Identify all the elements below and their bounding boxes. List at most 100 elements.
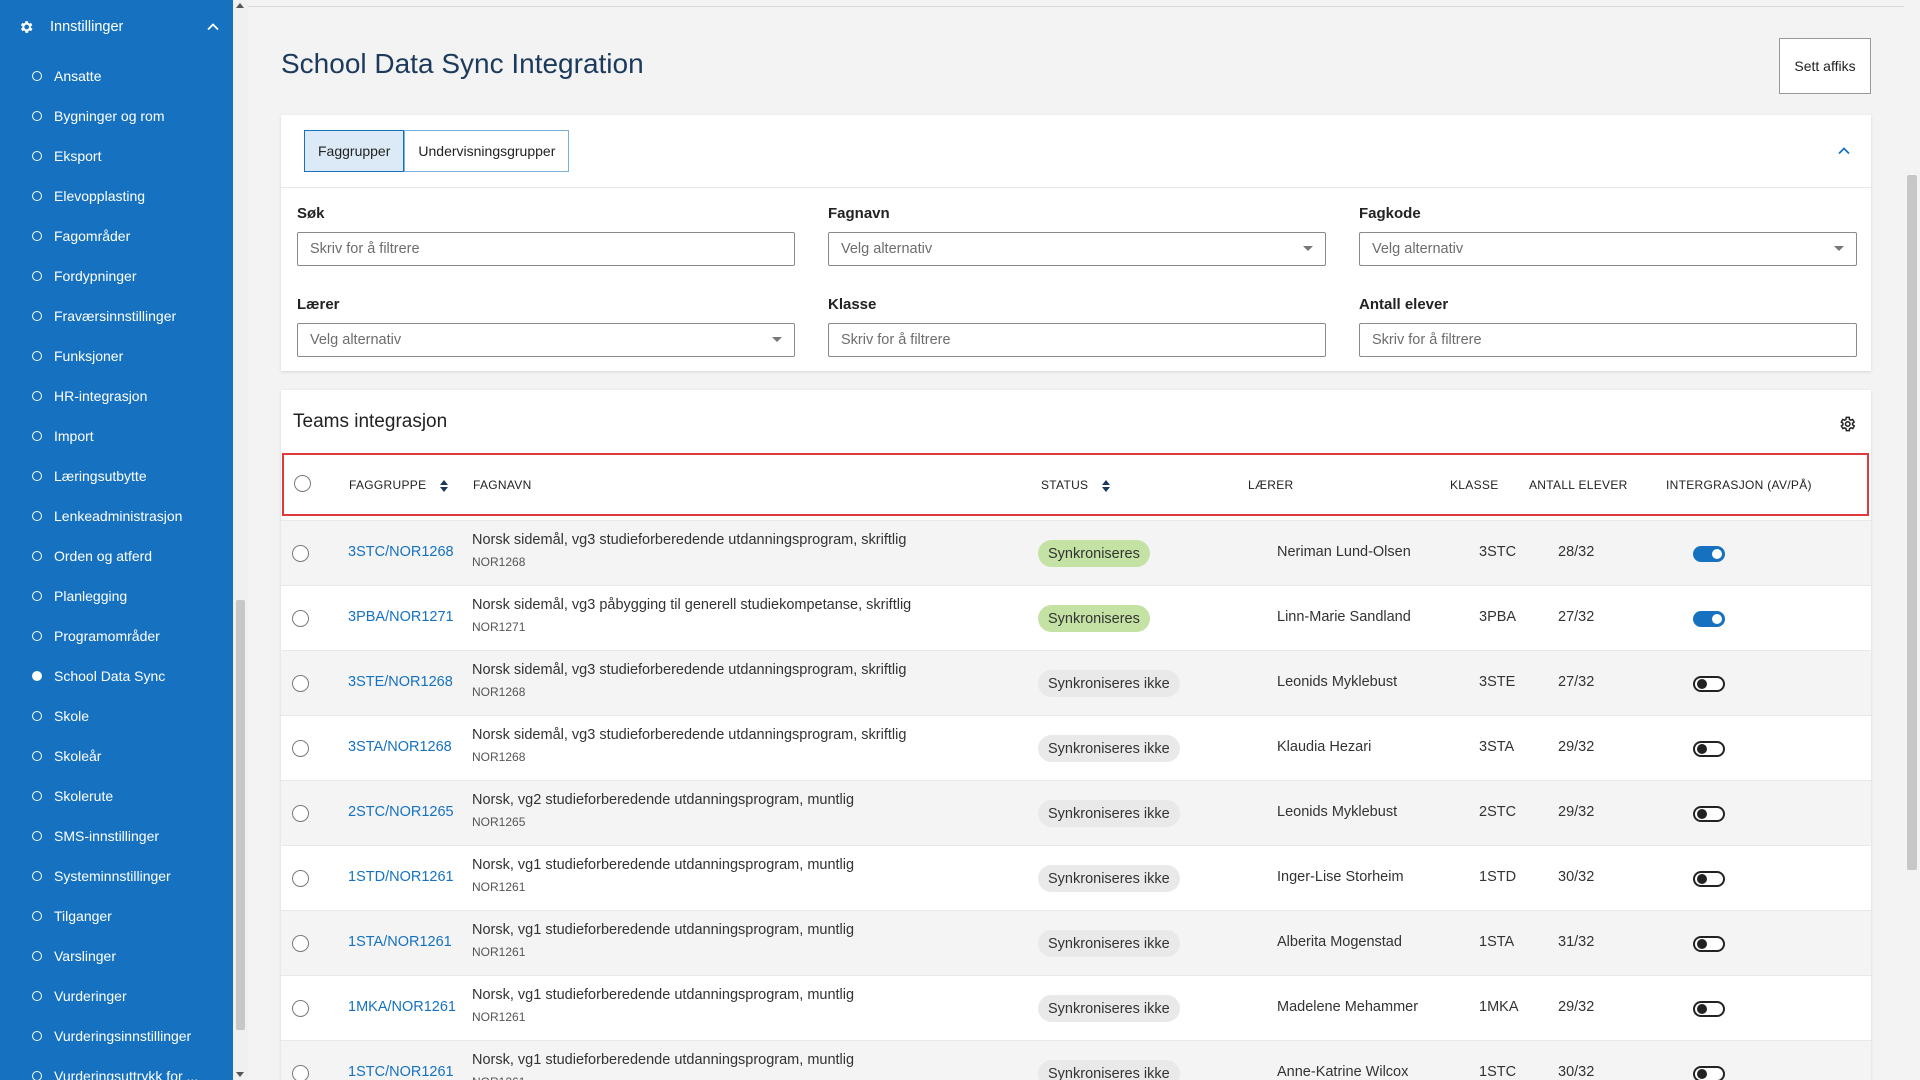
search-input[interactable]: Skriv for å filtrere — [297, 232, 795, 266]
sidebar-item[interactable]: Import — [0, 416, 233, 456]
chevron-up-icon[interactable] — [1836, 143, 1852, 159]
faggruppe-link[interactable]: 1STA/NOR1261 — [348, 934, 452, 950]
sidebar-item[interactable]: SMS-innstillinger — [0, 816, 233, 856]
circle-icon — [32, 431, 42, 441]
integration-toggle[interactable] — [1693, 1001, 1725, 1017]
scroll-up-icon[interactable] — [236, 3, 244, 8]
sidebar-item[interactable]: Vurderingsinnstillinger — [0, 1016, 233, 1056]
gear-icon[interactable] — [1838, 415, 1856, 433]
faggruppe-link[interactable]: 3STC/NOR1268 — [348, 544, 454, 560]
page-scrollbar[interactable] — [1904, 0, 1920, 1080]
integration-toggle[interactable] — [1693, 936, 1725, 952]
integration-toggle[interactable] — [1693, 1066, 1725, 1080]
sidebar-item[interactable]: Systeminnstillinger — [0, 856, 233, 896]
sidebar-item[interactable]: Fordypninger — [0, 256, 233, 296]
sidebar-item-label: Import — [54, 428, 94, 444]
fagkode-text: NOR1271 — [472, 620, 526, 634]
row-checkbox[interactable] — [292, 1000, 309, 1017]
sidebar-item[interactable]: Tilganger — [0, 896, 233, 936]
sort-icon[interactable] — [440, 479, 449, 492]
row-checkbox[interactable] — [292, 1065, 309, 1080]
scrollbar-thumb[interactable] — [236, 600, 245, 1030]
sidebar-item[interactable]: School Data Sync — [0, 656, 233, 696]
klasse-input[interactable]: Skriv for å filtrere — [828, 323, 1326, 357]
toggle-knob — [1697, 679, 1707, 689]
sidebar-scrollbar[interactable] — [233, 0, 248, 1080]
pin-button[interactable]: Sett affiks — [1779, 38, 1871, 94]
circle-icon — [32, 631, 42, 641]
faggruppe-link[interactable]: 1MKA/NOR1261 — [348, 999, 456, 1015]
laerer-select-value: Velg alternativ — [310, 332, 402, 348]
sidebar-header[interactable]: Innstillinger — [0, 0, 233, 54]
integration-toggle[interactable] — [1693, 806, 1725, 822]
row-checkbox[interactable] — [292, 610, 309, 627]
integration-toggle[interactable] — [1693, 871, 1725, 887]
antall-elever-text: 31/32 — [1558, 934, 1595, 950]
sidebar-item[interactable]: Fraværsinnstillinger — [0, 296, 233, 336]
fagkode-text: NOR1261 — [472, 945, 526, 959]
scrollbar-thumb[interactable] — [1907, 175, 1917, 870]
sidebar-item[interactable]: Varslinger — [0, 936, 233, 976]
sidebar-item[interactable]: Orden og atferd — [0, 536, 233, 576]
row-checkbox[interactable] — [292, 870, 309, 887]
chevron-up-icon[interactable] — [206, 20, 220, 34]
sort-icon[interactable] — [1102, 479, 1111, 492]
faggruppe-link[interactable]: 1STC/NOR1261 — [348, 1064, 454, 1080]
integration-toggle[interactable] — [1693, 611, 1725, 627]
faggruppe-link[interactable]: 2STC/NOR1265 — [348, 804, 454, 820]
sidebar-item[interactable]: Bygninger og rom — [0, 96, 233, 136]
sidebar-item[interactable]: Skoleår — [0, 736, 233, 776]
table-row: 3STE/NOR1268 Norsk sidemål, vg3 studiefor… — [281, 650, 1871, 715]
column-status[interactable]: STATUS — [1041, 478, 1111, 492]
sidebar-item[interactable]: Vurderinger — [0, 976, 233, 1016]
sidebar-item[interactable]: Fagområder — [0, 216, 233, 256]
antall-elever-input[interactable]: Skriv for å filtrere — [1359, 323, 1857, 357]
sidebar-item[interactable]: Planlegging — [0, 576, 233, 616]
sidebar-item[interactable]: Eksport — [0, 136, 233, 176]
sidebar-item[interactable]: Funksjoner — [0, 336, 233, 376]
sidebar-item-label: Programområder — [54, 628, 160, 644]
column-laerer: LÆRER — [1248, 478, 1294, 492]
sidebar-item[interactable]: Læringsutbytte — [0, 456, 233, 496]
klasse-text: 2STC — [1479, 804, 1517, 820]
integration-toggle[interactable] — [1693, 546, 1725, 562]
tab-faggrupper[interactable]: Faggrupper — [304, 130, 405, 172]
laerer-select[interactable]: Velg alternativ — [297, 323, 795, 357]
table-row: 1STD/NOR1261 Norsk, vg1 studieforberedend… — [281, 845, 1871, 910]
sidebar-item[interactable]: Skole — [0, 696, 233, 736]
faggruppe-link[interactable]: 3PBA/NOR1271 — [348, 609, 454, 625]
fagkode-text: NOR1261 — [472, 1010, 526, 1024]
sidebar-item[interactable]: Vurderingsuttrykk for ... — [0, 1056, 233, 1080]
faggruppe-link[interactable]: 3STE/NOR1268 — [348, 674, 453, 690]
fagkode-text: NOR1261 — [472, 880, 526, 894]
row-checkbox[interactable] — [292, 740, 309, 757]
scroll-down-icon[interactable] — [236, 1072, 244, 1077]
integration-toggle[interactable] — [1693, 741, 1725, 757]
antall-elever-text: 29/32 — [1558, 804, 1595, 820]
gear-icon — [18, 19, 34, 35]
fagnavn-filter: Fagnavn Velg alternativ — [828, 205, 1326, 266]
integration-toggle[interactable] — [1693, 676, 1725, 692]
fagnavn-select[interactable]: Velg alternativ — [828, 232, 1326, 266]
sidebar-item-label: Fagområder — [54, 228, 131, 244]
sidebar-item[interactable]: Elevopplasting — [0, 176, 233, 216]
sidebar-item[interactable]: HR-integrasjon — [0, 376, 233, 416]
row-checkbox[interactable] — [292, 545, 309, 562]
sidebar-item-label: Varslinger — [54, 948, 116, 964]
klasse-text: 3PBA — [1479, 609, 1517, 625]
column-faggruppe[interactable]: FAGGRUPPE — [349, 478, 449, 492]
circle-icon — [32, 311, 42, 321]
row-checkbox[interactable] — [292, 805, 309, 822]
row-checkbox[interactable] — [292, 675, 309, 692]
faggruppe-link[interactable]: 1STD/NOR1261 — [348, 869, 454, 885]
fagkode-select[interactable]: Velg alternativ — [1359, 232, 1857, 266]
sidebar-item[interactable]: Ansatte — [0, 56, 233, 96]
tab-undervisningsgrupper[interactable]: Undervisningsgrupper — [404, 130, 570, 172]
row-checkbox[interactable] — [292, 935, 309, 952]
sidebar-item[interactable]: Lenkeadministrasjon — [0, 496, 233, 536]
circle-icon — [32, 551, 42, 561]
select-all-checkbox[interactable] — [294, 475, 311, 492]
sidebar-item[interactable]: Skolerute — [0, 776, 233, 816]
sidebar-item[interactable]: Programområder — [0, 616, 233, 656]
faggruppe-link[interactable]: 3STA/NOR1268 — [348, 739, 452, 755]
